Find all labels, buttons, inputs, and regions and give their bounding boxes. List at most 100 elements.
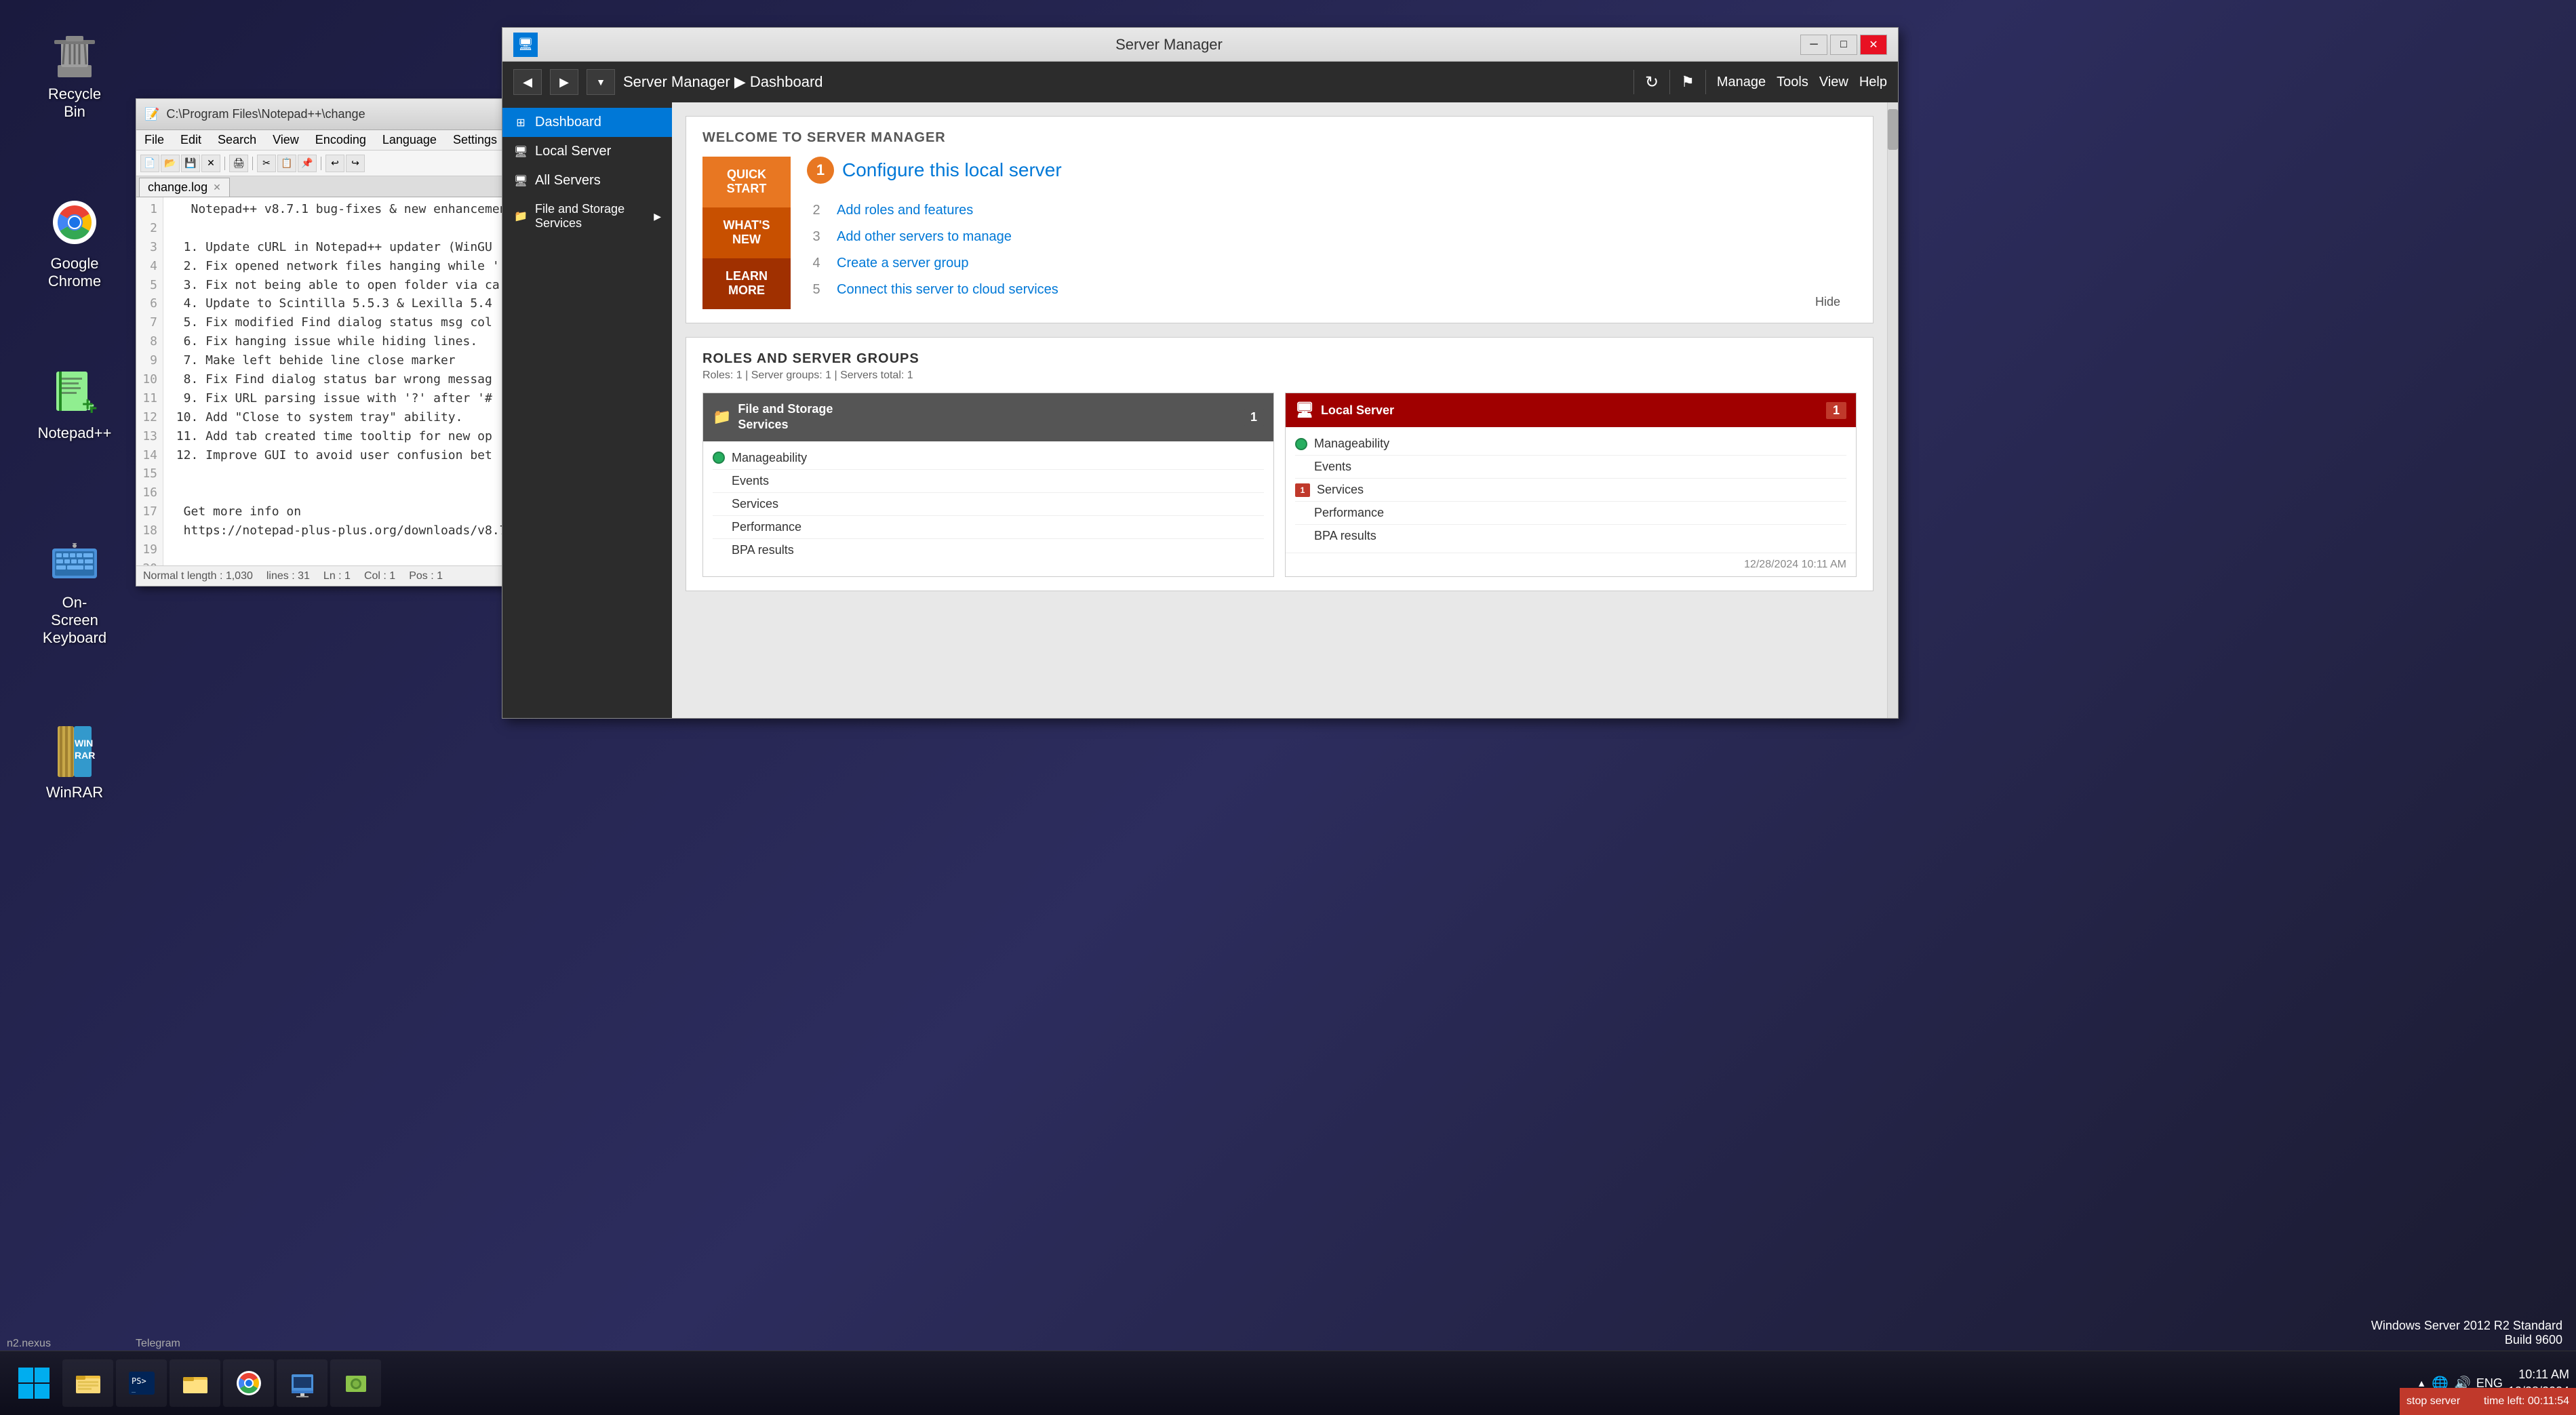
desktop-icon-recycle-bin[interactable]: Recycle Bin [34,20,115,126]
taskbar-file-explorer[interactable] [62,1359,113,1407]
sm-back-btn[interactable]: ◀ [513,69,542,95]
chrome-label: Google Chrome [39,255,110,290]
sm-flag-btn[interactable]: ⚑ [1681,73,1695,91]
winrar-icon-img: WIN RAR [47,724,102,778]
toolbar-copy[interactable]: 📋 [277,155,296,172]
help-btn[interactable]: Help [1859,75,1887,90]
step-4[interactable]: 4 Create a server group [807,250,1840,277]
quick-start-label: QUICK START [711,167,782,196]
step-5[interactable]: 5 Connect this server to cloud services [807,277,1840,303]
menu-file[interactable]: File [142,132,167,148]
tools-btn[interactable]: Tools [1777,75,1808,90]
configure-text[interactable]: Configure this local server [842,159,1062,181]
menu-search[interactable]: Search [215,132,259,148]
tab-close-icon[interactable]: ✕ [213,182,221,193]
taskbar-folder[interactable] [170,1359,220,1407]
role-card-file-storage[interactable]: 📁 File and Storage Services 1 [702,393,1274,577]
ls-services[interactable]: 1 Services [1295,479,1846,502]
taskbar-other-app[interactable] [330,1359,381,1407]
sidebar-item-all-servers[interactable]: 🖥 All Servers [502,166,672,195]
fs-manageability[interactable]: Manageability [713,447,1264,470]
hide-button[interactable]: Hide [1815,295,1840,309]
start-button[interactable] [7,1359,61,1407]
desktop-icon-winrar[interactable]: WIN RAR WinRAR [34,719,115,807]
toolbar-redo[interactable]: ↪ [346,155,365,172]
menu-settings[interactable]: Settings [450,132,500,148]
sm-close[interactable]: ✕ [1860,35,1887,55]
sm-dropdown-btn[interactable]: ▼ [587,69,615,95]
desktop-icon-notepad[interactable]: + + + Notepad++ [34,359,115,447]
taskbar-chrome[interactable] [223,1359,274,1407]
sm-maximize[interactable]: □ [1830,35,1857,55]
toolbar-cut[interactable]: ✂ [257,155,276,172]
ls-performance[interactable]: Performance [1295,502,1846,525]
fs-bpa-label: BPA results [732,543,794,557]
osk-icon-img [47,534,102,589]
status-col: Col : 1 [364,570,395,582]
whats-new-box[interactable]: WHAT'S NEW [702,207,791,258]
fs-performance[interactable]: Performance [713,516,1264,539]
sm-refresh-btn[interactable]: ↻ [1645,73,1659,92]
toolbar-print[interactable]: 🖨 [229,155,248,172]
stop-server-label[interactable]: stop server [2406,1395,2460,1408]
sidebar-item-dashboard[interactable]: ⊞ Dashboard [502,108,672,137]
roles-title: ROLES AND SERVER GROUPS [702,351,1857,367]
n2nexus-label: n2.nexus [7,1338,51,1350]
windows-server-info: Windows Server 2012 R2 Standard Build 96… [2371,1319,2562,1347]
manage-btn[interactable]: Manage [1717,75,1766,90]
toolbar-new[interactable]: 📄 [140,155,159,172]
menu-encoding[interactable]: Encoding [313,132,369,148]
menu-language[interactable]: Language [380,132,439,148]
fs-services[interactable]: Services [713,493,1264,516]
sm-forward-btn[interactable]: ▶ [550,69,578,95]
sm-scrollbar[interactable] [1887,102,1898,718]
menu-edit[interactable]: Edit [178,132,204,148]
osk-label: On-Screen Keyboard [39,594,110,647]
taskbar-powershell[interactable]: PS> _ [116,1359,167,1407]
local-server-timestamp: 12/28/2024 10:11 AM [1744,559,1846,570]
sm-top-actions: ↻ ⚑ Manage Tools View Help [1633,70,1887,94]
sm-app-icon: 🖥 [513,33,538,57]
toolbar-save[interactable]: 💾 [181,155,200,172]
ls-events[interactable]: Events [1295,456,1846,479]
toolbar-close[interactable]: ✕ [201,155,220,172]
ls-bpa[interactable]: BPA results [1295,525,1846,547]
step-2[interactable]: 2 Add roles and features [807,197,1840,224]
toolbar-open[interactable]: 📂 [161,155,180,172]
toolbar-undo[interactable]: ↩ [325,155,344,172]
fs-events[interactable]: Events [713,470,1264,493]
step-5-num: 5 [807,282,826,298]
step-3-label[interactable]: Add other servers to manage [837,229,1012,245]
tray-expand-btn[interactable]: ▲ [2417,1378,2426,1389]
sm-titlebar: 🖥 Server Manager ─ □ ✕ [502,28,1898,62]
step-2-label[interactable]: Add roles and features [837,203,973,218]
ls-manageability[interactable]: Manageability [1295,433,1846,456]
sidebar-file-storage-label: File and Storage Services [535,202,647,231]
notepad-tab-change-log[interactable]: change.log ✕ [139,178,230,197]
local-server-icon: 🖥 [513,144,528,159]
tab-label: change.log [148,180,207,195]
server-manager-window: 🖥 Server Manager ─ □ ✕ ◀ ▶ ▼ Server Mana… [502,27,1899,719]
sidebar-item-local-server[interactable]: 🖥 Local Server [502,137,672,166]
fs-bpa[interactable]: BPA results [713,539,1264,561]
step-4-num: 4 [807,256,826,271]
desktop-icon-osk[interactable]: On-Screen Keyboard [34,529,115,652]
sidebar-item-file-storage[interactable]: 📁 File and Storage Services ▶ [502,195,672,237]
scrollbar-thumb[interactable] [1888,109,1898,150]
toolbar-paste[interactable]: 📌 [298,155,317,172]
local-server-header-icon: 🖥 [1295,401,1314,419]
desktop-icon-chrome[interactable]: Google Chrome [34,190,115,296]
role-card-local-server[interactable]: 🖥 Local Server 1 Manageability [1285,393,1857,577]
step-3[interactable]: 3 Add other servers to manage [807,224,1840,250]
taskbar-notification-bar: stop server time left: 00:11:54 [2400,1388,2576,1415]
learn-more-box[interactable]: LEARN MORE [702,258,791,309]
menu-view[interactable]: View [270,132,302,148]
file-storage-header-icon: 📁 [713,408,731,426]
telegram-label: Telegram [136,1338,180,1350]
quick-start-box[interactable]: QUICK START [702,157,791,207]
view-btn[interactable]: View [1819,75,1848,90]
step-4-label[interactable]: Create a server group [837,256,969,271]
taskbar-server-manager[interactable] [277,1359,328,1407]
sm-minimize[interactable]: ─ [1800,35,1827,55]
step-5-label[interactable]: Connect this server to cloud services [837,282,1058,298]
